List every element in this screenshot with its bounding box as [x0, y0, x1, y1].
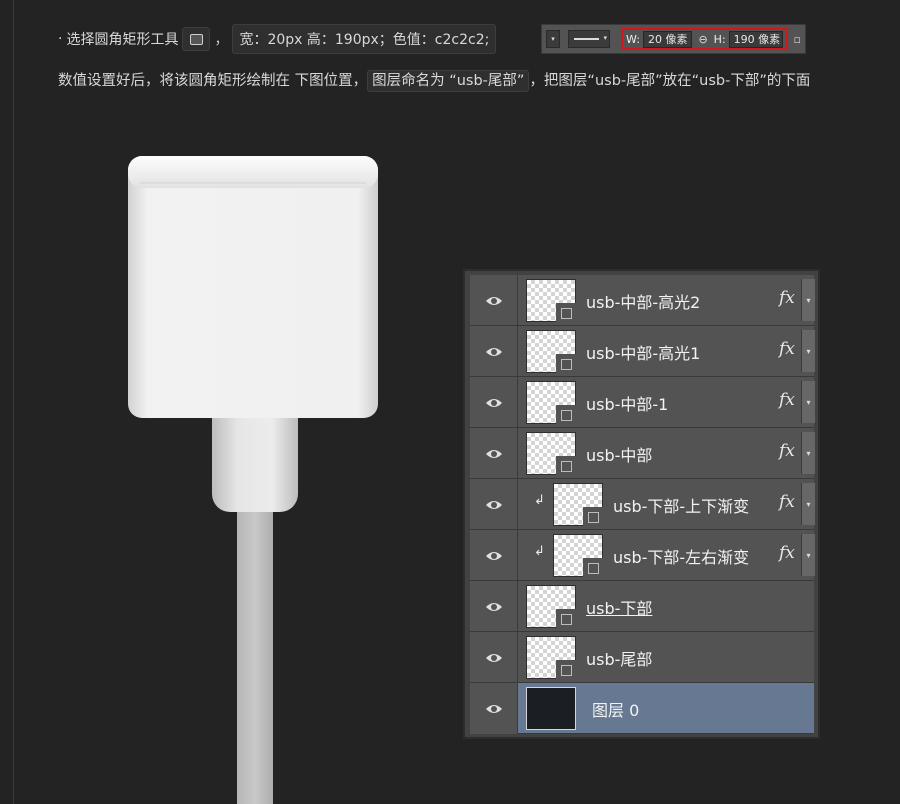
fx-icon[interactable]: fx [779, 288, 795, 308]
layer-thumbnail [553, 483, 603, 526]
eye-icon[interactable] [470, 275, 518, 326]
eye-icon[interactable] [470, 479, 518, 530]
usb-head [128, 156, 378, 418]
effects-expand-arrow[interactable]: ▾ [801, 432, 815, 474]
effects-expand-arrow[interactable]: ▾ [801, 534, 815, 576]
layer-thumbnail [526, 279, 576, 322]
layer-row[interactable]: usb-下部 [470, 581, 814, 632]
effects-expand-arrow[interactable]: ▾ [801, 381, 815, 423]
layer-name: usb-中部 [586, 446, 653, 465]
eye-icon[interactable] [470, 428, 518, 479]
fx-icon[interactable]: fx [779, 339, 795, 359]
fx-icon[interactable]: fx [779, 441, 795, 461]
layer-name: usb-中部-1 [586, 395, 669, 414]
layer-name: usb-尾部 [586, 650, 653, 669]
layer-row[interactable]: usb-中部-高光2 fx ▾ [470, 275, 815, 326]
layer-row-selected[interactable]: 图层 0 [470, 683, 814, 734]
layers-panel: usb-中部-高光2 fx ▾ usb-中部-高光1 fx ▾ usb-中部-1… [463, 269, 820, 739]
layer-row[interactable]: usb-中部-高光1 fx ▾ [470, 326, 815, 377]
usb-tail [237, 500, 273, 804]
eye-icon[interactable] [470, 683, 518, 734]
layer-thumbnail [526, 381, 576, 424]
layer-name: 图层 0 [592, 701, 640, 720]
layer-name: usb-下部 [586, 599, 653, 618]
layer-thumbnail [526, 687, 576, 730]
effects-expand-arrow[interactable]: ▾ [801, 330, 815, 372]
eye-icon[interactable] [470, 530, 518, 581]
effects-expand-arrow[interactable]: ▾ [801, 483, 815, 525]
layer-row[interactable]: ↲ usb-下部-左右渐变 fx ▾ [470, 530, 815, 581]
layer-row[interactable]: ↲ usb-下部-上下渐变 fx ▾ [470, 479, 815, 530]
eye-icon[interactable] [470, 632, 518, 683]
layer-row[interactable]: usb-中部-1 fx ▾ [470, 377, 815, 428]
layer-thumbnail [526, 636, 576, 679]
effects-expand-arrow[interactable]: ▾ [801, 279, 815, 321]
layer-thumbnail [526, 432, 576, 475]
layer-name: usb-下部-上下渐变 [613, 497, 750, 516]
layer-name: usb-中部-高光2 [586, 293, 701, 312]
fx-icon[interactable]: fx [779, 543, 795, 563]
layer-name: usb-下部-左右渐变 [613, 548, 750, 567]
layer-row[interactable]: usb-中部 fx ▾ [470, 428, 815, 479]
fx-icon[interactable]: fx [779, 492, 795, 512]
layer-thumbnail [553, 534, 603, 577]
fx-icon[interactable]: fx [779, 390, 795, 410]
eye-icon[interactable] [470, 326, 518, 377]
clipping-mask-icon: ↲ [534, 544, 545, 559]
layer-thumbnail [526, 330, 576, 373]
eye-icon[interactable] [470, 377, 518, 428]
clipping-mask-icon: ↲ [534, 493, 545, 508]
layer-row[interactable]: usb-尾部 [470, 632, 814, 683]
layer-thumbnail [526, 585, 576, 628]
eye-icon[interactable] [470, 581, 518, 632]
layer-name: usb-中部-高光1 [586, 344, 701, 363]
